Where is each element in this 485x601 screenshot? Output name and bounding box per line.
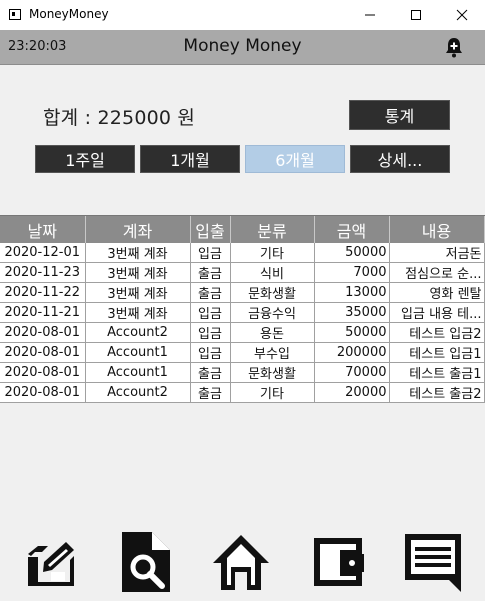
table-row[interactable]: 2020-08-01 Account2 출금 기타 20000 테스트 출금2 xyxy=(0,382,485,403)
search-document-icon[interactable] xyxy=(114,532,174,592)
cell-memo: 저금돈 xyxy=(389,243,485,263)
transactions-table: 날짜 계좌 입출 분류 금액 내용 2020-12-01 3번째 계좌 입금 기… xyxy=(0,216,485,403)
cell-amount: 50000 xyxy=(314,243,390,263)
edit-note-icon[interactable] xyxy=(18,532,78,592)
cell-date: 2020-11-21 xyxy=(0,302,86,323)
cell-category: 기타 xyxy=(230,382,315,403)
app-header: 23:20:03 Money Money xyxy=(0,30,485,65)
cell-type: 출금 xyxy=(190,362,231,383)
cell-memo: 영화 렌탈 xyxy=(389,282,485,303)
cell-category: 문화생활 xyxy=(230,362,315,383)
cell-amount: 13000 xyxy=(314,282,390,303)
column-header-date[interactable]: 날짜 xyxy=(0,216,86,243)
table-row[interactable]: 2020-08-01 Account2 입금 용돈 50000 테스트 입금2 xyxy=(0,322,485,343)
minimize-button[interactable] xyxy=(347,0,393,30)
message-icon[interactable] xyxy=(403,532,463,592)
cell-category: 식비 xyxy=(230,262,315,283)
maximize-icon xyxy=(411,10,421,20)
cell-memo: 테스트 출금2 xyxy=(389,382,485,403)
transactions-table-area[interactable]: 날짜 계좌 입출 분류 금액 내용 2020-12-01 3번째 계좌 입금 기… xyxy=(0,215,485,520)
table-row[interactable]: 2020-11-21 3번째 계좌 입금 금융수익 35000 입금 내용 테.… xyxy=(0,302,485,323)
column-header-account[interactable]: 계좌 xyxy=(85,216,191,243)
cell-account: 3번째 계좌 xyxy=(85,262,191,283)
cell-date: 2020-08-01 xyxy=(0,382,86,403)
cell-date: 2020-08-01 xyxy=(0,342,86,363)
bell-plus-icon[interactable] xyxy=(444,36,464,58)
cell-account: 3번째 계좌 xyxy=(85,302,191,323)
table-row[interactable]: 2020-11-22 3번째 계좌 출금 문화생활 13000 영화 렌탈 xyxy=(0,282,485,303)
table-row[interactable]: 2020-08-01 Account1 출금 문화생활 70000 테스트 출금… xyxy=(0,362,485,383)
cell-memo: 입금 내용 테... xyxy=(389,302,485,323)
cell-account: 3번째 계좌 xyxy=(85,282,191,303)
cell-category: 기타 xyxy=(230,243,315,263)
column-header-category[interactable]: 분류 xyxy=(230,216,315,243)
close-button[interactable] xyxy=(439,0,485,30)
cell-account: Account2 xyxy=(85,382,191,403)
period-month-button[interactable]: 1개월 xyxy=(140,145,240,173)
window-title: MoneyMoney xyxy=(29,7,109,21)
cell-memo: 점심으로 순... xyxy=(389,262,485,283)
cell-account: 3번째 계좌 xyxy=(85,243,191,263)
window-titlebar: MoneyMoney xyxy=(0,0,485,30)
app-icon xyxy=(9,9,21,20)
cell-amount: 7000 xyxy=(314,262,390,283)
cell-date: 2020-11-23 xyxy=(0,262,86,283)
wallet-icon[interactable] xyxy=(308,532,368,592)
cell-amount: 50000 xyxy=(314,322,390,343)
column-header-memo[interactable]: 내용 xyxy=(389,216,485,243)
cell-memo: 테스트 입금2 xyxy=(389,322,485,343)
total-unit: 원 xyxy=(171,107,196,129)
table-row[interactable]: 2020-12-01 3번째 계좌 입금 기타 50000 저금돈 xyxy=(0,243,485,263)
period-six-months-button[interactable]: 6개월 xyxy=(245,145,345,173)
app-title: Money Money xyxy=(183,36,302,56)
stats-button[interactable]: 통계 xyxy=(349,100,450,130)
table-header-row: 날짜 계좌 입출 분류 금액 내용 xyxy=(0,216,485,243)
minimize-icon xyxy=(365,14,375,16)
cell-date: 2020-08-01 xyxy=(0,362,86,383)
maximize-button[interactable] xyxy=(393,0,439,30)
cell-category: 문화생활 xyxy=(230,282,315,303)
cell-type: 출금 xyxy=(190,262,231,283)
table-row[interactable]: 2020-08-01 Account1 입금 부수입 200000 테스트 입금… xyxy=(0,342,485,363)
cell-account: Account1 xyxy=(85,362,191,383)
cell-memo: 테스트 출금1 xyxy=(389,362,485,383)
home-icon[interactable] xyxy=(211,532,271,592)
total-summary: 합계 : 225000 원 xyxy=(43,103,195,130)
cell-type: 입금 xyxy=(190,302,231,323)
close-icon xyxy=(456,9,468,21)
cell-category: 금융수익 xyxy=(230,302,315,323)
cell-date: 2020-08-01 xyxy=(0,322,86,343)
cell-type: 입금 xyxy=(190,342,231,363)
column-header-type[interactable]: 입출 xyxy=(190,216,231,243)
cell-amount: 35000 xyxy=(314,302,390,323)
cell-type: 입금 xyxy=(190,243,231,263)
total-label: 합계 : xyxy=(43,107,98,129)
cell-memo: 테스트 입금1 xyxy=(389,342,485,363)
cell-type: 출금 xyxy=(190,282,231,303)
column-header-amount[interactable]: 금액 xyxy=(314,216,390,243)
table-row[interactable]: 2020-11-23 3번째 계좌 출금 식비 7000 점심으로 순... xyxy=(0,262,485,283)
detail-button[interactable]: 상세... xyxy=(350,145,450,173)
cell-amount: 20000 xyxy=(314,382,390,403)
cell-amount: 70000 xyxy=(314,362,390,383)
cell-amount: 200000 xyxy=(314,342,390,363)
cell-category: 용돈 xyxy=(230,322,315,343)
cell-account: Account1 xyxy=(85,342,191,363)
cell-type: 출금 xyxy=(190,382,231,403)
cell-date: 2020-11-22 xyxy=(0,282,86,303)
period-week-button[interactable]: 1주일 xyxy=(35,145,135,173)
cell-account: Account2 xyxy=(85,322,191,343)
cell-category: 부수입 xyxy=(230,342,315,363)
cell-date: 2020-12-01 xyxy=(0,243,86,263)
cell-type: 입금 xyxy=(190,322,231,343)
total-amount: 225000 xyxy=(97,107,172,129)
